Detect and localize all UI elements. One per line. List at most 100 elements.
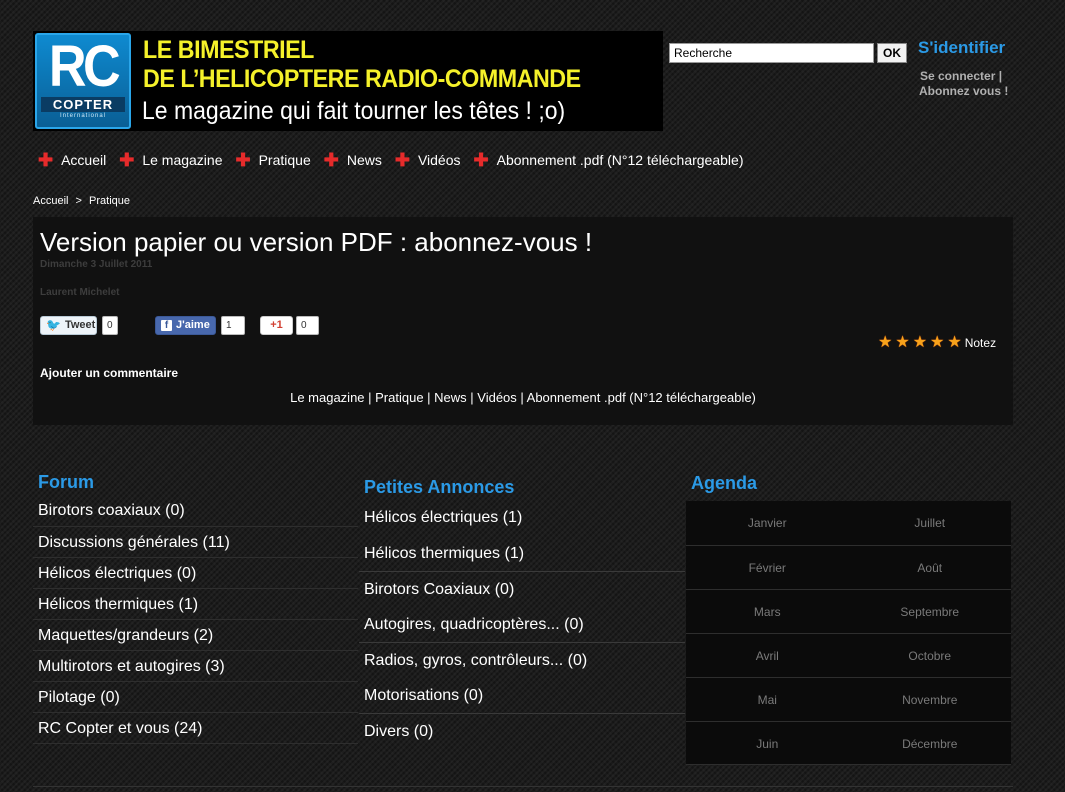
star-icon[interactable]: ★ <box>878 335 892 351</box>
forum-item[interactable]: Birotors coaxiaux (0) <box>33 495 358 526</box>
agenda-row: Avril Octobre <box>686 633 1011 677</box>
classified-item[interactable]: Divers (0) <box>359 713 685 749</box>
tweet-button[interactable]: 🐦 Tweet <box>40 316 97 335</box>
classified-item[interactable]: Birotors Coaxiaux (0) <box>359 571 685 607</box>
plus-icon: ✚ <box>38 150 54 170</box>
search-ok-button[interactable]: OK <box>877 43 907 63</box>
classifieds-title[interactable]: Petites Annonces <box>359 475 685 500</box>
article-panel: Version papier ou version PDF : abonnez-… <box>33 217 1013 425</box>
agenda-month[interactable]: Octobre <box>849 634 1012 677</box>
add-comment-link[interactable]: Ajouter un commentaire <box>40 366 178 380</box>
agenda-month[interactable]: Mars <box>686 590 849 633</box>
article-title: Version papier ou version PDF : abonnez-… <box>40 227 593 257</box>
agenda-row: Juin Décembre <box>686 721 1011 765</box>
nav-item-news[interactable]: ✚ News <box>323 150 382 170</box>
like-label: J'aime <box>176 319 210 331</box>
rating-label: Notez <box>964 336 997 350</box>
forum-item[interactable]: Maquettes/grandeurs (2) <box>33 619 358 650</box>
agenda-row: Mars Septembre <box>686 589 1011 633</box>
agenda-section: Agenda Janvier Juillet Février Août Mars… <box>686 471 1011 765</box>
rc-copter-logo[interactable]: RC COPTER International <box>35 33 131 129</box>
agenda-month[interactable]: Juin <box>686 722 849 764</box>
forum-item[interactable]: RC Copter et vous (24) <box>33 712 358 743</box>
google-plus-button[interactable]: +1 <box>260 316 293 335</box>
star-icon[interactable]: ★ <box>947 335 961 351</box>
nav-item-accueil[interactable]: ✚ Accueil <box>38 150 106 170</box>
logo-copter-text: COPTER <box>41 97 125 112</box>
plus-icon: ✚ <box>119 150 135 170</box>
banner-line-1: LE BIMESTRIEL <box>143 36 314 64</box>
agenda-month[interactable]: Septembre <box>849 590 1012 633</box>
rating-widget: ★ ★ ★ ★ ★ Notez <box>878 335 996 351</box>
gplus-count: 0 <box>296 316 319 335</box>
agenda-month[interactable]: Janvier <box>686 501 849 545</box>
classified-item[interactable]: Motorisations (0) <box>359 678 685 714</box>
forum-item[interactable]: Pilotage (0) <box>33 681 358 712</box>
login-subscribe-link[interactable]: Abonnez vous ! <box>919 84 1008 98</box>
twitter-bird-icon: 🐦 <box>46 318 61 332</box>
facebook-icon: f <box>161 320 172 331</box>
gplus-label: +1 <box>270 319 283 331</box>
star-icon[interactable]: ★ <box>895 335 909 351</box>
agenda-month[interactable]: Février <box>686 546 849 589</box>
breadcrumb: Accueil > Pratique <box>33 195 134 207</box>
nav-item-label: Pratique <box>258 152 311 168</box>
star-icon[interactable]: ★ <box>930 335 944 351</box>
classified-item[interactable]: Radios, gyros, contrôleurs... (0) <box>359 642 685 678</box>
breadcrumb-current[interactable]: Pratique <box>89 195 130 207</box>
forum-item[interactable]: Hélicos électriques (0) <box>33 557 358 588</box>
main-nav: ✚ Accueil ✚ Le magazine ✚ Pratique ✚ News ✚ V… <box>38 150 756 170</box>
forum-title[interactable]: Forum <box>33 470 358 495</box>
classified-item[interactable]: Hélicos électriques (1) <box>359 500 685 536</box>
tweet-label: Tweet <box>64 319 96 331</box>
login-connect-link[interactable]: Se connecter | <box>920 69 1002 83</box>
agenda-month[interactable]: Novembre <box>849 678 1012 721</box>
agenda-month[interactable]: Avril <box>686 634 849 677</box>
tweet-count: 0 <box>102 316 118 335</box>
article-footer-links[interactable]: Le magazine | Pratique | News | Vidéos |… <box>33 390 1013 405</box>
breadcrumb-home-link[interactable]: Accueil <box>33 195 68 207</box>
nav-item-abonnement[interactable]: ✚ Abonnement .pdf (N°12 téléchargeable) <box>474 151 744 169</box>
nav-item-label: Le magazine <box>142 152 223 168</box>
agenda-row: Février Août <box>686 545 1011 589</box>
search-input[interactable] <box>669 43 874 63</box>
agenda-month[interactable]: Juillet <box>849 501 1012 545</box>
banner-line-2: DE L’HELICOPTERE RADIO-COMMANDE <box>143 65 581 93</box>
agenda-title[interactable]: Agenda <box>686 471 1011 496</box>
nav-item-label: Abonnement .pdf (N°12 téléchargeable) <box>496 152 744 168</box>
agenda-months: Janvier Juillet Février Août Mars Septem… <box>686 501 1011 765</box>
facebook-like-button[interactable]: f J'aime <box>155 316 216 335</box>
star-icon[interactable]: ★ <box>913 335 927 351</box>
agenda-row: Mai Novembre <box>686 677 1011 721</box>
nav-item-label: Vidéos <box>417 152 461 168</box>
footer-divider <box>33 786 1013 787</box>
forum-list: Birotors coaxiaux (0) Discussions généra… <box>33 495 358 744</box>
agenda-month[interactable]: Décembre <box>849 722 1012 764</box>
nav-item-le-magazine[interactable]: ✚ Le magazine <box>119 150 223 170</box>
classified-item[interactable]: Autogires, quadricoptères... (0) <box>359 607 685 643</box>
site-banner[interactable]: RC COPTER International LE BIMESTRIEL DE… <box>33 31 663 131</box>
article-author: Laurent Michelet <box>40 287 120 298</box>
agenda-month[interactable]: Août <box>849 546 1012 589</box>
like-count: 1 <box>221 316 245 335</box>
nav-item-videos[interactable]: ✚ Vidéos <box>394 150 461 170</box>
classifieds-section: Petites Annonces Hélicos électriques (1)… <box>359 475 685 749</box>
forum-item[interactable]: Hélicos thermiques (1) <box>33 588 358 619</box>
nav-item-label: News <box>346 152 382 168</box>
forum-item[interactable]: Multirotors et autogires (3) <box>33 650 358 681</box>
plus-icon: ✚ <box>394 150 410 170</box>
classified-item[interactable]: Hélicos thermiques (1) <box>359 536 685 572</box>
banner-tagline: Le magazine qui fait tourner les têtes !… <box>142 97 566 125</box>
forum-section: Forum Birotors coaxiaux (0) Discussions … <box>33 470 358 744</box>
logo-international-text: International <box>59 113 107 119</box>
agenda-month[interactable]: Mai <box>686 678 849 721</box>
plus-icon: ✚ <box>235 150 251 170</box>
forum-item[interactable]: Discussions générales (11) <box>33 526 358 557</box>
login-title[interactable]: S'identifier <box>918 38 1005 58</box>
plus-icon: ✚ <box>323 150 339 170</box>
logo-rc-text: RC <box>48 34 121 99</box>
nav-item-pratique[interactable]: ✚ Pratique <box>235 150 311 170</box>
agenda-row: Janvier Juillet <box>686 501 1011 545</box>
article-date: Dimanche 3 Juillet 2011 <box>40 259 153 270</box>
breadcrumb-separator: > <box>75 195 82 207</box>
